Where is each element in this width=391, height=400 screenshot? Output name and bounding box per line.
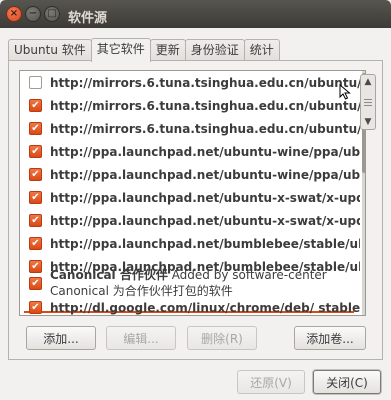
sources-list[interactable]: http://mirrors.6.tuna.tsinghua.edu.cn/ub… (19, 70, 366, 316)
mouse-pointer-icon (339, 84, 351, 100)
source-url: http://mirrors.6.tuna.tsinghua.edu.cn/ub… (50, 121, 360, 136)
window-title: 软件源 (68, 11, 108, 26)
overlay-scrollbar[interactable]: ▲ ▼ (360, 74, 376, 130)
software-sources-window: × − □ 软件源 Ubuntu 软件 其它软件 更新 身份验证 统计 http… (0, 0, 391, 400)
scroll-up-icon[interactable]: ▲ (365, 77, 372, 87)
partner-name: Canonical 合作伙伴 (50, 268, 168, 282)
tab-updates[interactable]: 更新 (149, 39, 186, 61)
tab-statistics[interactable]: 统计 (243, 39, 280, 61)
close-button[interactable]: 关闭(C) (313, 370, 381, 394)
source-checkbox[interactable] (29, 76, 42, 89)
source-url: http://ppa.launchpad.net/ubuntu-x-swat/x… (50, 213, 360, 228)
source-checkbox[interactable]: ✔ (29, 214, 42, 227)
tab-other-software[interactable]: 其它软件 (90, 38, 151, 62)
maximize-window-icon[interactable]: □ (44, 6, 60, 22)
list-item[interactable]: ✔ http://ppa.launchpad.net/bumblebee/sta… (20, 232, 360, 255)
list-item[interactable]: ✔ http://ppa.launchpad.net/ubuntu-wine/p… (20, 163, 360, 186)
close-window-icon[interactable]: × (6, 6, 22, 22)
source-url: http://dl.google.com/linux/chrome/deb/ s… (50, 300, 360, 315)
source-url: http://ppa.launchpad.net/ubuntu-x-swat/x… (50, 190, 360, 205)
source-checkbox[interactable]: ✔ (29, 122, 42, 135)
titlebar[interactable]: × − □ 软件源 (0, 0, 391, 28)
partner-added-by: Added by software-center (171, 268, 327, 282)
source-checkbox[interactable]: ✔ (29, 237, 42, 250)
add-button[interactable]: 添加... (26, 326, 96, 350)
scroll-down-icon[interactable]: ▼ (365, 117, 372, 127)
list-item[interactable]: ✔ http://mirrors.6.tuna.tsinghua.edu.cn/… (20, 117, 360, 140)
source-url: http://ppa.launchpad.net/ubuntu-wine/ppa… (50, 167, 360, 182)
list-item[interactable]: ✔ http://mirrors.6.tuna.tsinghua.edu.cn/… (20, 94, 360, 117)
tab-authentication[interactable]: 身份验证 (184, 39, 245, 61)
source-checkbox[interactable]: ✔ (29, 145, 42, 158)
source-checkbox[interactable]: ✔ (29, 277, 42, 290)
minimize-window-icon[interactable]: − (25, 6, 41, 22)
source-url: http://ppa.launchpad.net/ubuntu-wine/ppa… (50, 144, 360, 159)
grip-icon (364, 101, 372, 103)
remove-button[interactable]: 删除(R) (187, 326, 257, 350)
tab-ubuntu-software[interactable]: Ubuntu 软件 (8, 39, 92, 61)
source-checkbox[interactable]: ✔ (29, 191, 42, 204)
revert-button[interactable]: 还原(V) (237, 370, 305, 394)
source-checkbox[interactable]: ✔ (29, 301, 42, 314)
source-checkbox[interactable]: ✔ (29, 168, 42, 181)
list-item[interactable]: ✔ http://dl.google.com/linux/chrome/deb/… (20, 296, 360, 315)
source-checkbox[interactable]: ✔ (29, 99, 42, 112)
edit-button[interactable]: 编辑... (106, 326, 176, 350)
source-url: http://mirrors.6.tuna.tsinghua.edu.cn/ub… (50, 75, 360, 90)
list-item[interactable]: ✔ http://ppa.launchpad.net/ubuntu-x-swat… (20, 209, 360, 232)
list-item[interactable]: http://mirrors.6.tuna.tsinghua.edu.cn/ub… (20, 71, 360, 94)
tab-bar: Ubuntu 软件 其它软件 更新 身份验证 统计 (8, 38, 280, 62)
source-url: http://ppa.launchpad.net/bumblebee/stabl… (50, 236, 360, 251)
add-volume-button[interactable]: 添加卷... (294, 326, 366, 350)
list-item[interactable]: ✔ http://ppa.launchpad.net/ubuntu-x-swat… (20, 186, 360, 209)
list-item[interactable]: ✔ http://ppa.launchpad.net/ubuntu-wine/p… (20, 140, 360, 163)
source-url: http://mirrors.6.tuna.tsinghua.edu.cn/ub… (50, 98, 360, 113)
